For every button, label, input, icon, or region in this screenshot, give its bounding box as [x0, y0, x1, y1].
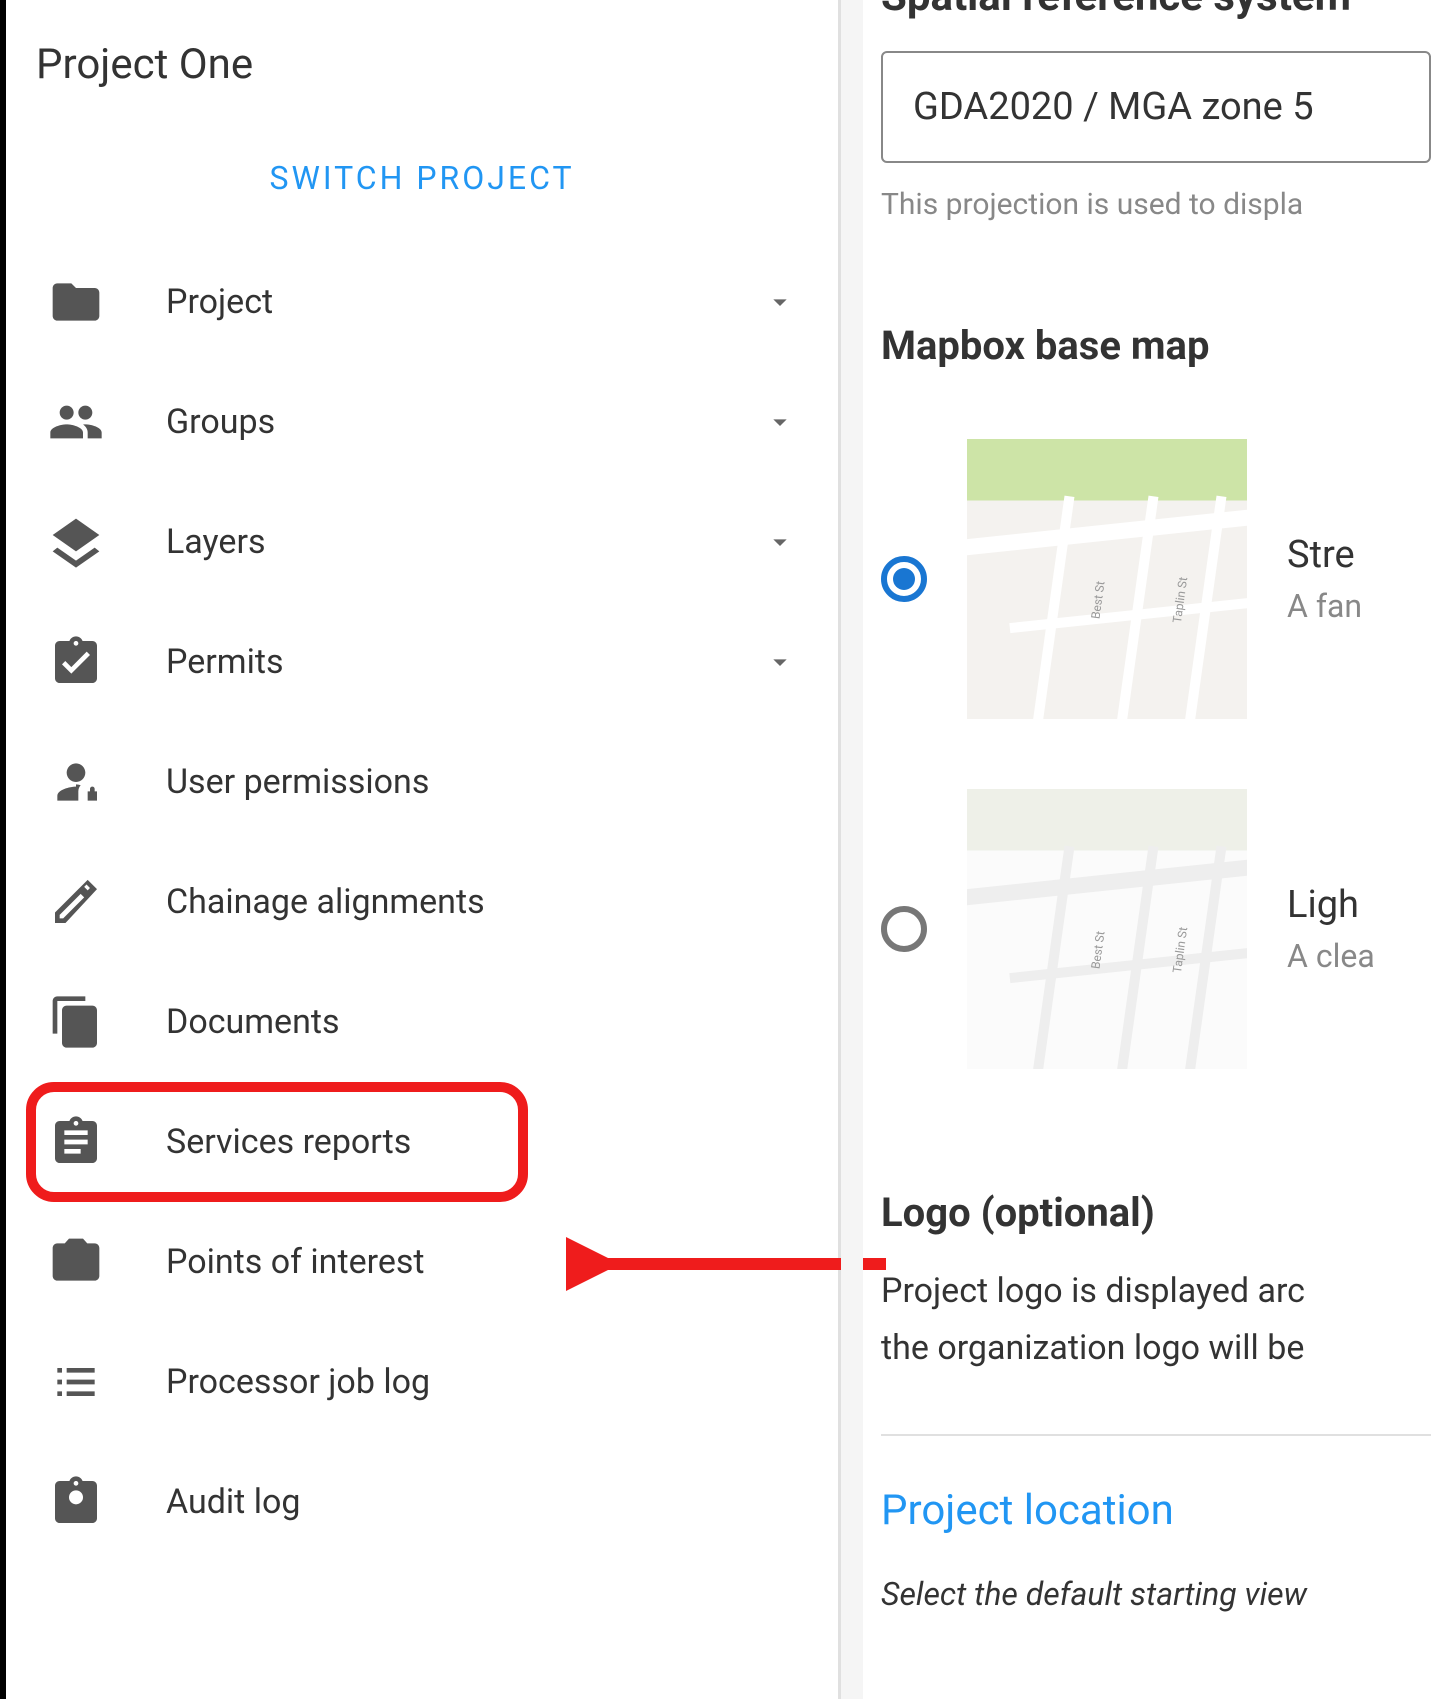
logo-description-line2: the organization logo will be: [881, 1323, 1431, 1374]
sidebar-item-label: Processor job log: [166, 1362, 798, 1402]
radio-selected-icon[interactable]: [881, 556, 927, 602]
highlighted-services-reports: Services reports: [26, 1082, 528, 1202]
sidebar-item-processor-job-log[interactable]: Processor job log: [36, 1322, 808, 1442]
sidebar-item-label: Services reports: [166, 1122, 508, 1162]
chevron-down-icon: [762, 284, 798, 320]
sidebar-item-label: Groups: [166, 402, 762, 442]
logo-description-line1: Project logo is displayed arc: [881, 1266, 1431, 1317]
permit-clipboard-icon: [46, 632, 106, 692]
folder-icon: [46, 272, 106, 332]
srs-select[interactable]: GDA2020 / MGA zone 5: [881, 51, 1431, 163]
project-location-description: Select the default starting view: [881, 1575, 1431, 1613]
sidebar-item-user-permissions[interactable]: User permissions: [36, 722, 808, 842]
map-option-light[interactable]: Best St Taplin St Ligh A clea: [881, 789, 1431, 1069]
srs-hint: This projection is used to displa: [881, 187, 1431, 222]
switch-project-button[interactable]: SWITCH PROJECT: [36, 159, 808, 197]
project-title: Project One: [36, 40, 808, 89]
chevron-down-icon: [762, 524, 798, 560]
srs-heading: Spatial reference system: [881, 0, 1431, 21]
project-location-heading[interactable]: Project location: [881, 1486, 1431, 1535]
map-option-title: Stre: [1287, 533, 1362, 577]
list-icon: [46, 1352, 106, 1412]
audit-clipboard-icon: [46, 1472, 106, 1532]
camera-icon: [46, 1232, 106, 1292]
radio-unselected-icon[interactable]: [881, 906, 927, 952]
logo-heading: Logo (optional): [881, 1189, 1431, 1236]
user-lock-icon: [46, 752, 106, 812]
sidebar-item-label: Project: [166, 282, 762, 322]
ruler-icon: [46, 872, 106, 932]
section-divider: [881, 1434, 1431, 1436]
chevron-down-icon: [762, 404, 798, 440]
sidebar-item-services-reports[interactable]: Services reports: [46, 1112, 508, 1172]
map-option-subtitle: A fan: [1287, 587, 1362, 625]
sidebar-item-points-of-interest[interactable]: Points of interest: [36, 1202, 808, 1322]
sidebar-item-label: Documents: [166, 1002, 798, 1042]
sidebar-item-permits[interactable]: Permits: [36, 602, 808, 722]
map-option-subtitle: A clea: [1287, 937, 1375, 975]
main-content: Spatial reference system GDA2020 / MGA z…: [841, 0, 1431, 1699]
sidebar-item-label: Chainage alignments: [166, 882, 798, 922]
sidebar-item-label: Layers: [166, 522, 762, 562]
map-option-streets[interactable]: Best St Taplin St Stre A fan: [881, 439, 1431, 719]
sidebar-item-chainage-alignments[interactable]: Chainage alignments: [36, 842, 808, 962]
chevron-down-icon: [762, 644, 798, 680]
sidebar-item-audit-log[interactable]: Audit log: [36, 1442, 808, 1562]
map-thumbnail-streets: Best St Taplin St: [967, 439, 1247, 719]
people-icon: [46, 392, 106, 452]
sidebar-item-layers[interactable]: Layers: [36, 482, 808, 602]
map-thumbnail-light: Best St Taplin St: [967, 789, 1247, 1069]
sidebar-item-label: Permits: [166, 642, 762, 682]
clipboard-icon: [46, 1112, 106, 1172]
sidebar: Project One SWITCH PROJECT Project Group…: [6, 0, 841, 1699]
sidebar-item-documents[interactable]: Documents: [36, 962, 808, 1082]
layers-icon: [46, 512, 106, 572]
sidebar-item-label: User permissions: [166, 762, 798, 802]
sidebar-item-groups[interactable]: Groups: [36, 362, 808, 482]
map-option-title: Ligh: [1287, 883, 1375, 927]
documents-icon: [46, 992, 106, 1052]
sidebar-item-label: Audit log: [166, 1482, 798, 1522]
sidebar-item-project[interactable]: Project: [36, 242, 808, 362]
mapbox-heading: Mapbox base map: [881, 322, 1431, 369]
sidebar-item-label: Points of interest: [166, 1242, 798, 1282]
